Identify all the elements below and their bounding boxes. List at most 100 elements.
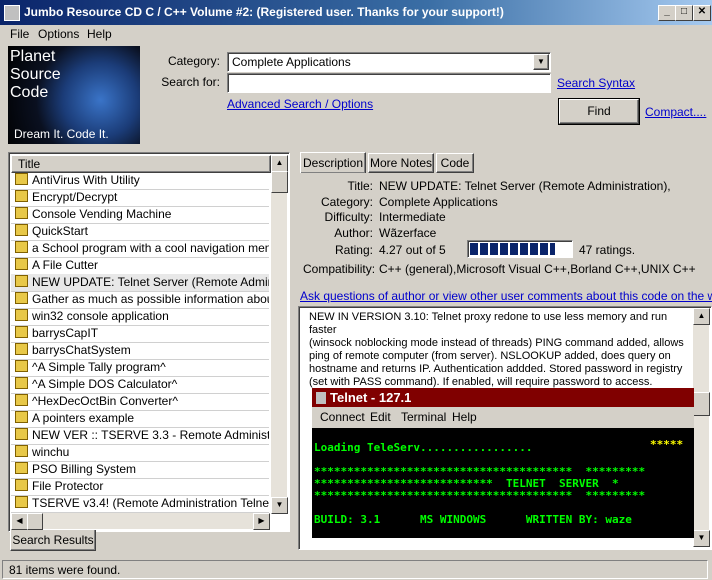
detail-author-label: Author:: [334, 226, 373, 240]
telnet-menu-terminal: Terminal: [401, 410, 447, 424]
chevron-down-icon[interactable]: ▼: [533, 54, 549, 70]
list-item-label: Encrypt/Decrypt: [32, 190, 118, 204]
tab-description[interactable]: Description: [300, 152, 366, 173]
list-item[interactable]: a School program with a cool navigation …: [11, 240, 269, 258]
list-item-label: barrysChatSystem: [32, 343, 131, 357]
hscroll-thumb[interactable]: [27, 513, 43, 530]
code-file-icon: [15, 207, 28, 219]
list-item-label: File Protector: [32, 479, 104, 493]
list-item-label: AntiVirus With Utility: [32, 173, 140, 187]
title-bar[interactable]: Jumbo Resource CD C / C++ Volume #2: (Re…: [0, 0, 712, 25]
find-button[interactable]: Find: [558, 98, 640, 125]
search-input[interactable]: [227, 73, 551, 93]
rating-count: 47 ratings.: [579, 243, 636, 257]
list-item-label: Console Vending Machine: [32, 207, 172, 221]
desc-scroll-down-icon[interactable]: ▼: [693, 530, 710, 547]
app-icon[interactable]: [4, 5, 20, 21]
list-header-title[interactable]: Title: [11, 155, 271, 173]
code-file-icon: [15, 190, 28, 202]
description-scrollbar[interactable]: ▲ ▼: [693, 308, 710, 547]
desc-scroll-thumb[interactable]: [693, 392, 710, 416]
detail-rating-value: 4.27 out of 5: [379, 243, 446, 257]
menu-help[interactable]: Help: [87, 27, 112, 41]
list-item-label: A File Cutter: [32, 258, 99, 272]
advanced-search-link[interactable]: Advanced Search / Options: [227, 97, 373, 111]
list-item[interactable]: barrysCapIT: [11, 325, 269, 343]
list-item-label: ^A Simple DOS Calculator^: [32, 377, 178, 391]
list-item[interactable]: A pointers example: [11, 410, 269, 428]
scroll-right-icon[interactable]: ▶: [253, 513, 270, 530]
code-file-icon: [15, 462, 28, 474]
results-list[interactable]: Title AntiVirus With Utility Encrypt/Decr…: [8, 152, 290, 532]
list-item[interactable]: QuickStart: [11, 223, 269, 241]
search-for-label: Search for:: [161, 75, 220, 89]
list-item[interactable]: winchu: [11, 444, 269, 462]
menu-options[interactable]: Options: [38, 27, 79, 41]
list-item[interactable]: File Protector: [11, 478, 269, 496]
detail-rating-label: Rating:: [334, 243, 373, 257]
list-item[interactable]: Gather as much as possible information a…: [11, 291, 269, 309]
list-item[interactable]: A File Cutter: [11, 257, 269, 275]
telnet-line-4: *************************************** …: [314, 489, 646, 502]
list-item[interactable]: TSERVE v3.4! (Remote Administration Teln…: [11, 495, 269, 513]
tab-code[interactable]: Code: [436, 153, 474, 173]
close-button[interactable]: ✕: [693, 5, 711, 21]
list-item[interactable]: Console Vending Machine: [11, 206, 269, 224]
logo-tagline: Dream It. Code It.: [14, 127, 109, 141]
scroll-left-icon[interactable]: ◀: [11, 513, 28, 530]
status-text: 81 items were found.: [9, 563, 121, 577]
telnet-title: Telnet - 127.1: [330, 390, 412, 405]
tab-more-notes[interactable]: More Notes: [368, 153, 434, 173]
code-file-icon: [15, 445, 28, 457]
list-header-label: Title: [18, 157, 41, 171]
code-file-icon: [15, 411, 28, 423]
code-file-icon: [15, 496, 28, 508]
scroll-up-icon[interactable]: ▲: [271, 155, 288, 172]
list-item-label: ^A Simple Tally program^: [32, 360, 166, 374]
telnet-screenshot: Telnet - 127.1 Connect Edit Terminal Hel…: [312, 388, 694, 538]
category-select[interactable]: Complete Applications ▼: [227, 52, 551, 72]
rating-bar: [467, 240, 573, 258]
ask-questions-link[interactable]: Ask questions of author or view other us…: [300, 289, 712, 303]
window-title: Jumbo Resource CD C / C++ Volume #2: (Re…: [24, 5, 504, 19]
desc-scroll-up-icon[interactable]: ▲: [693, 308, 710, 325]
detail-compat-value: C++ (general),Microsoft Visual C++,Borla…: [379, 262, 696, 276]
tab-search-results[interactable]: Search Results: [10, 530, 96, 551]
list-item[interactable]: AntiVirus With Utility: [11, 172, 269, 190]
code-file-icon: [15, 241, 28, 253]
list-item-label: A pointers example: [32, 411, 135, 425]
minimize-button[interactable]: _: [658, 5, 676, 21]
menu-file[interactable]: File: [10, 27, 29, 41]
list-item[interactable]: barrysChatSystem: [11, 342, 269, 360]
list-item-label: NEW UPDATE: Telnet Server (Remote Admini…: [32, 275, 269, 289]
list-item[interactable]: Encrypt/Decrypt: [11, 189, 269, 207]
list-item[interactable]: PSO Billing System: [11, 461, 269, 479]
list-item-label: winchu: [32, 445, 70, 459]
telnet-line-build: BUILD: 3.1 MS WINDOWS WRITTEN BY: waze: [314, 513, 632, 526]
telnet-menu-connect: Connect: [320, 410, 365, 424]
compact-link[interactable]: Compact....: [645, 105, 706, 119]
code-file-icon: [15, 173, 28, 185]
maximize-button[interactable]: □: [675, 5, 693, 21]
status-bar: 81 items were found.: [0, 559, 712, 580]
list-item[interactable]: ^A Simple DOS Calculator^: [11, 376, 269, 394]
list-vertical-scrollbar[interactable]: ▲ ▼: [271, 155, 288, 514]
code-file-icon: [15, 224, 28, 236]
list-item[interactable]: win32 console application: [11, 308, 269, 326]
description-line: ping of remote computer (from server). N…: [309, 350, 671, 362]
list-item-label: a School program with a cool navigation …: [32, 241, 269, 255]
category-select-value: Complete Applications: [232, 55, 351, 69]
list-item[interactable]: ^HexDecOctBin Converter^: [11, 393, 269, 411]
code-file-icon: [15, 377, 28, 389]
status-panel: 81 items were found.: [2, 560, 708, 579]
search-syntax-link[interactable]: Search Syntax: [557, 76, 635, 90]
scroll-down-icon[interactable]: ▼: [271, 497, 288, 514]
code-file-icon: [15, 394, 28, 406]
list-horizontal-scrollbar[interactable]: ◀ ▶: [11, 513, 270, 530]
list-item[interactable]: NEW VER :: TSERVE 3.3 - Remote Administr…: [11, 427, 269, 445]
list-item[interactable]: NEW UPDATE: Telnet Server (Remote Admini…: [11, 274, 269, 292]
scroll-thumb[interactable]: [271, 171, 288, 193]
code-file-icon: [15, 275, 28, 287]
telnet-menu: Connect Edit Terminal Help: [312, 407, 694, 428]
list-item[interactable]: ^A Simple Tally program^: [11, 359, 269, 377]
